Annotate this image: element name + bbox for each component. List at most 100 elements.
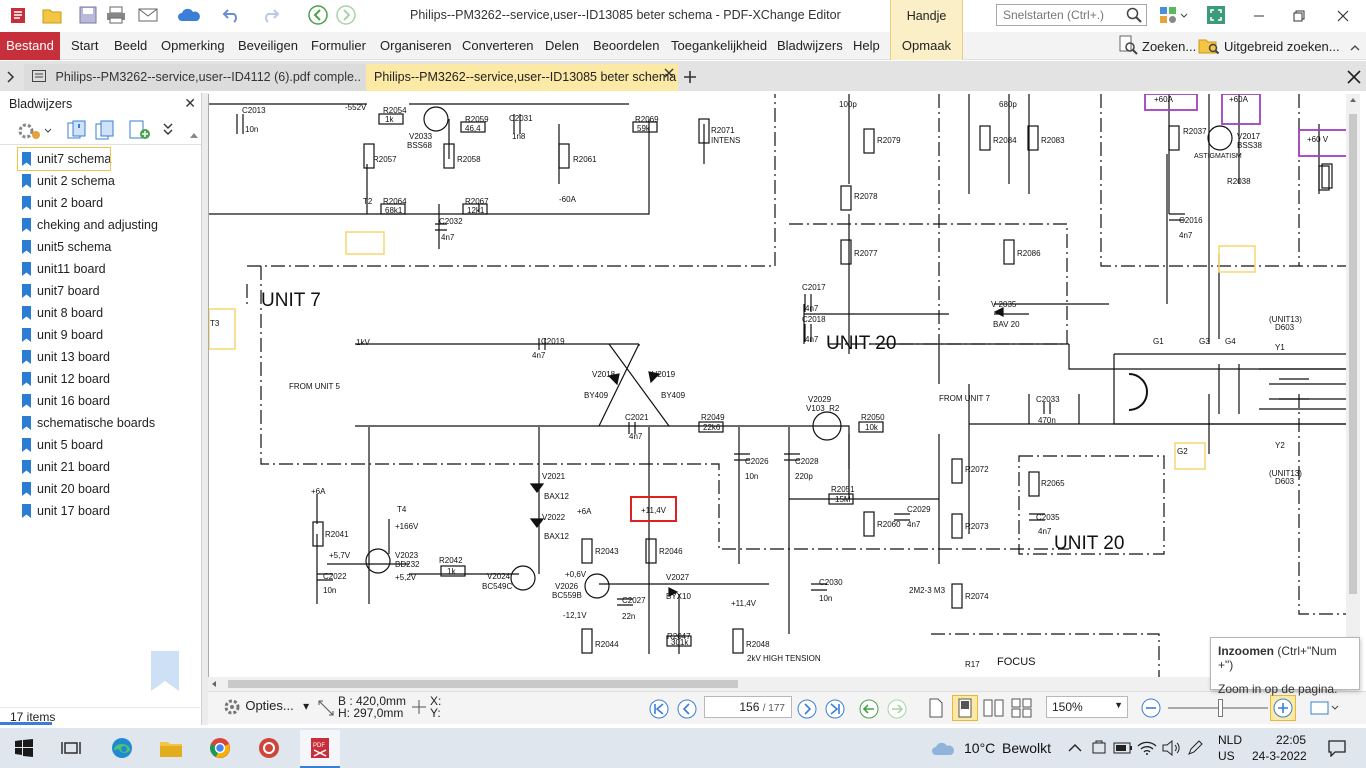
- zoom-out-icon[interactable]: [1140, 697, 1162, 722]
- component-label: C2033: [1036, 395, 1060, 404]
- bookmark-item[interactable]: unit 2 schema: [18, 170, 202, 192]
- menu-view[interactable]: Beeld: [114, 38, 147, 53]
- bookmark-item[interactable]: unit 9 board: [18, 324, 202, 346]
- continuous-facing-icon[interactable]: [1010, 697, 1034, 722]
- options-button[interactable]: Opties... ▾: [222, 697, 309, 717]
- menu-comment[interactable]: Opmerking: [161, 38, 225, 53]
- email-icon[interactable]: [132, 3, 166, 27]
- bookmark-item[interactable]: unit 12 board: [18, 368, 202, 390]
- edge-browser-icon[interactable]: [107, 734, 137, 762]
- menu-convert[interactable]: Converteren: [462, 38, 534, 53]
- horizontal-scrollbar[interactable]: [208, 677, 1346, 691]
- page-number-field[interactable]: 156 / 177: [704, 696, 792, 718]
- menu-file[interactable]: Bestand: [0, 32, 60, 60]
- chrome-browser-icon[interactable]: [205, 734, 235, 762]
- quick-search-input[interactable]: Snelstarten (Ctrl+.): [996, 4, 1147, 26]
- zoom-select[interactable]: 150% ▼: [1046, 696, 1128, 718]
- clock[interactable]: 22:05 24-3-2022: [1252, 732, 1307, 764]
- bookmark-item[interactable]: unit 13 board: [18, 346, 202, 368]
- menu-organize[interactable]: Organiseren: [380, 38, 452, 53]
- bookmark-item[interactable]: schematische boards: [18, 412, 202, 434]
- bookmark-item[interactable]: unit 16 board: [18, 390, 202, 412]
- bookmark-label: unit 2 board: [37, 196, 104, 210]
- fullscreen-icon[interactable]: [1204, 3, 1228, 27]
- next-page-icon[interactable]: [796, 698, 818, 723]
- bookmark-item[interactable]: unit7 schema: [17, 147, 111, 171]
- vertical-scrollbar[interactable]: [1346, 94, 1360, 677]
- cloud-icon[interactable]: [170, 3, 210, 27]
- continuous-page-icon[interactable]: [952, 695, 978, 721]
- first-page-icon[interactable]: [648, 698, 670, 723]
- tab-document-1[interactable]: Philips--PM3262--service,user--ID4112 (6…: [24, 64, 366, 91]
- menu-share[interactable]: Delen: [545, 38, 579, 53]
- pen-icon[interactable]: [1180, 734, 1210, 762]
- add-bookmark-icon[interactable]: [66, 119, 88, 144]
- panel-scroll-up-icon[interactable]: [190, 127, 198, 141]
- advanced-find-button[interactable]: Uitgebreid zoeken...: [1198, 36, 1340, 56]
- menu-help[interactable]: Help: [853, 38, 880, 53]
- expand-all-icon[interactable]: [162, 122, 174, 139]
- bookmark-options-icon[interactable]: [14, 119, 54, 144]
- save-icon[interactable]: [76, 3, 100, 27]
- close-document-icon[interactable]: [1344, 65, 1364, 89]
- close-window-button[interactable]: [1320, 0, 1366, 32]
- weather-condition[interactable]: Bewolkt: [1002, 740, 1051, 756]
- panel-close-icon[interactable]: ✕: [184, 95, 196, 112]
- bookmark-item[interactable]: unit 2 board: [18, 192, 202, 214]
- bookmark-item[interactable]: unit 17 board: [18, 500, 202, 522]
- print-icon[interactable]: [104, 3, 128, 27]
- handje-context-tab[interactable]: Handje: [890, 0, 963, 32]
- weather-temperature[interactable]: 10°C: [964, 740, 995, 756]
- menu-format[interactable]: Opmaak: [890, 32, 963, 60]
- bookmark-item[interactable]: unit 20 board: [18, 478, 202, 500]
- menu-review[interactable]: Beoordelen: [593, 38, 660, 53]
- add-child-bookmark-icon[interactable]: [94, 119, 116, 144]
- zoom-slider-thumb[interactable]: [1218, 699, 1223, 717]
- maximize-button[interactable]: [1276, 0, 1322, 32]
- menu-accessibility[interactable]: Toegankelijkheid: [671, 38, 767, 53]
- new-bookmark-icon[interactable]: [128, 119, 152, 144]
- menu-protect[interactable]: Beveiligen: [238, 38, 298, 53]
- bookmark-item[interactable]: unit 8 board: [18, 302, 202, 324]
- redo-icon[interactable]: [256, 3, 284, 27]
- bookmark-item[interactable]: unit11 board: [18, 258, 202, 280]
- component-label: R2038: [1227, 177, 1251, 186]
- tab-close-icon[interactable]: [664, 67, 674, 81]
- bookmark-item[interactable]: unit7 board: [18, 280, 202, 302]
- tools-menu-icon[interactable]: [1154, 3, 1194, 27]
- next-view-icon[interactable]: [886, 698, 908, 723]
- pdf-xchange-taskbar-icon[interactable]: PDF: [300, 730, 340, 766]
- bookmark-item[interactable]: cheking and adjusting: [18, 214, 202, 236]
- open-folder-icon[interactable]: [36, 3, 70, 27]
- last-page-icon[interactable]: [824, 698, 846, 723]
- single-page-icon[interactable]: [926, 697, 946, 722]
- windows-start-icon[interactable]: [9, 734, 39, 762]
- tab-document-2[interactable]: Philips--PM3262--service,user--ID13085 b…: [366, 64, 678, 91]
- zoom-in-button[interactable]: [1270, 695, 1296, 721]
- app-icon[interactable]: [254, 734, 284, 762]
- menu-start[interactable]: Start: [71, 38, 98, 53]
- bookmark-item[interactable]: unit5 schema: [18, 236, 202, 258]
- notifications-icon[interactable]: [1322, 734, 1352, 762]
- language-indicator[interactable]: NLD US: [1218, 732, 1242, 764]
- node-label: Y1: [1275, 343, 1285, 352]
- bookmark-item[interactable]: unit 5 board: [18, 434, 202, 456]
- previous-view-icon[interactable]: [858, 698, 880, 723]
- find-button[interactable]: Zoeken...: [1118, 35, 1196, 56]
- document-view[interactable]: UNIT 7 UNIT 20 UNIT 20 FROM UNIT 5 FROM …: [208, 94, 1358, 677]
- previous-page-icon[interactable]: [676, 698, 698, 723]
- forward-icon[interactable]: [334, 3, 358, 27]
- task-view-icon[interactable]: [56, 734, 86, 762]
- tab-list-icon[interactable]: [2, 65, 20, 89]
- bookmark-item[interactable]: unit 21 board: [18, 456, 202, 478]
- undo-icon[interactable]: [218, 3, 246, 27]
- new-tab-icon[interactable]: [681, 65, 699, 89]
- menu-form[interactable]: Formulier: [311, 38, 366, 53]
- ribbon-collapse-icon[interactable]: [1346, 36, 1364, 60]
- file-explorer-icon[interactable]: [156, 734, 186, 762]
- back-icon[interactable]: [306, 3, 330, 27]
- weather-icon[interactable]: [928, 734, 958, 762]
- facing-pages-icon[interactable]: [982, 697, 1006, 722]
- menu-bookmarks[interactable]: Bladwijzers: [777, 38, 843, 53]
- display-mode-icon[interactable]: [1310, 700, 1340, 719]
